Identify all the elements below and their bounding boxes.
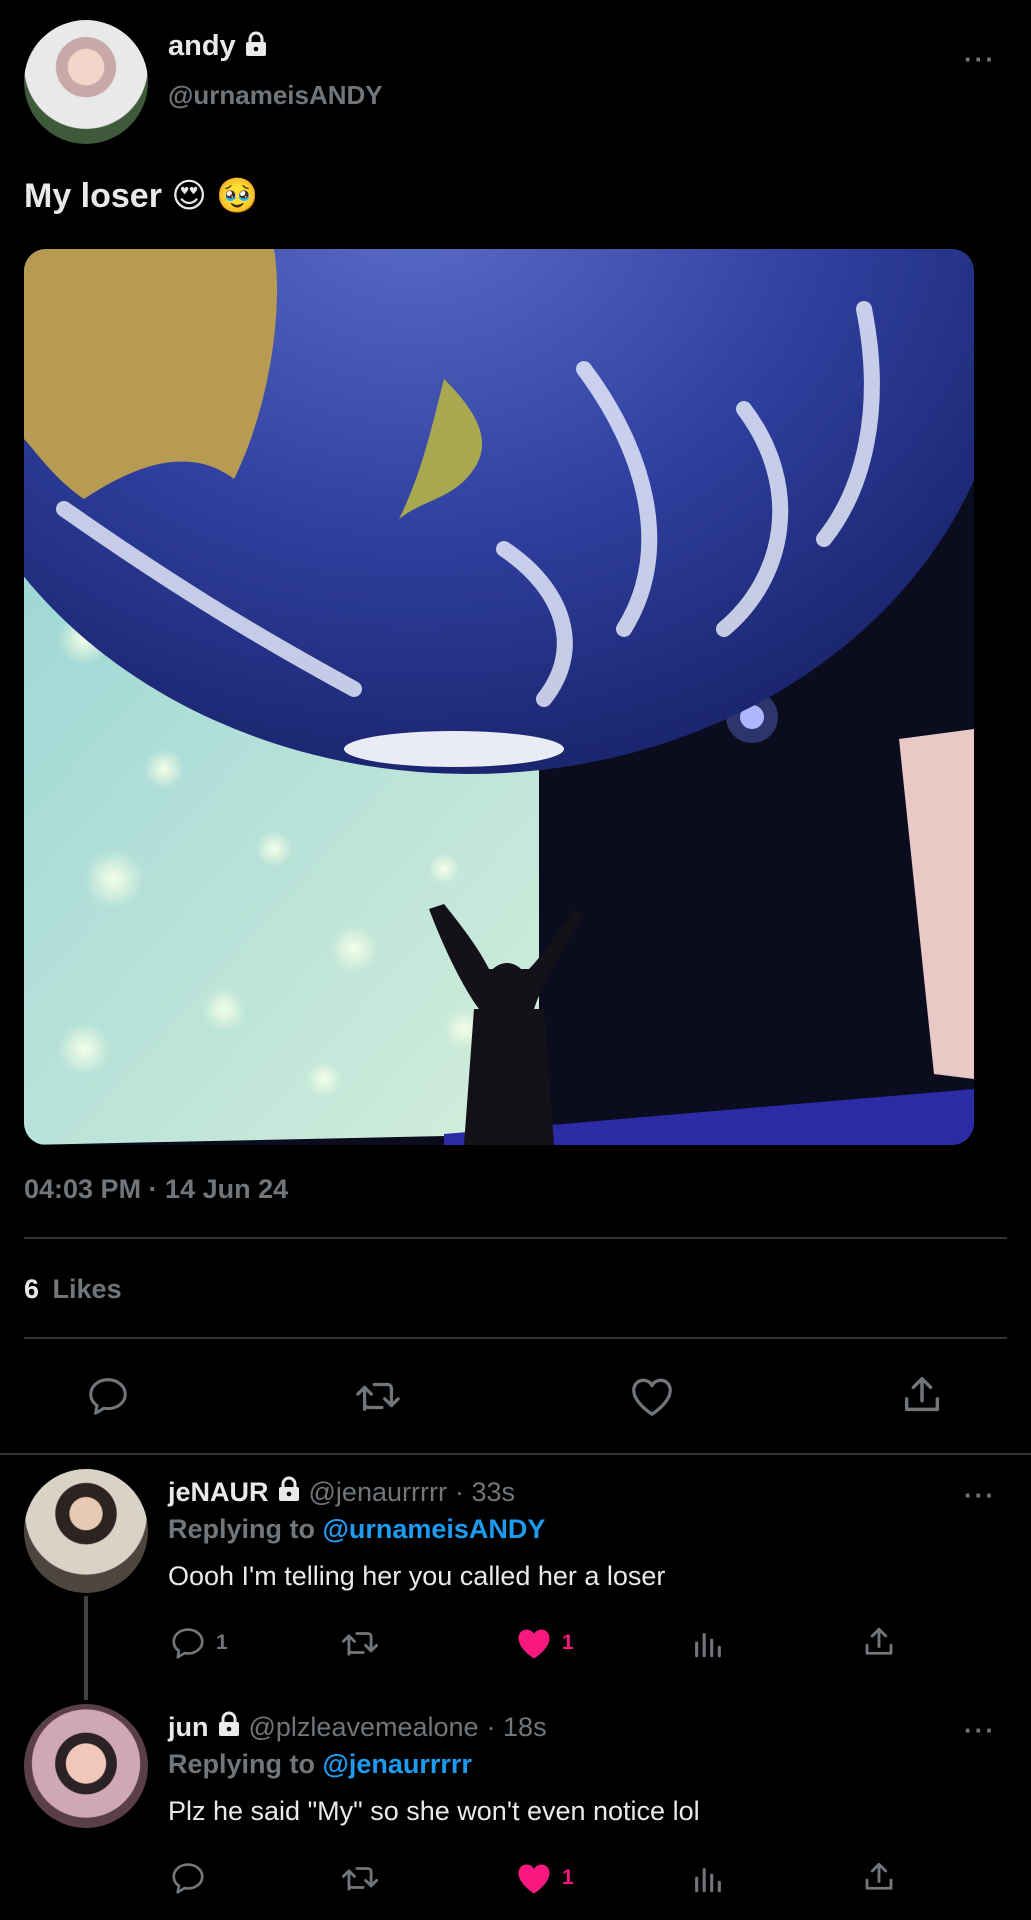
likes-count: 6 [24,1274,40,1304]
reply-time[interactable]: · 18s [487,1712,547,1743]
author-handle[interactable]: @urnameisANDY [168,80,383,111]
lock-icon [244,31,268,62]
like-icon[interactable] [626,1371,678,1421]
reply-text: Plz he said "My" so she won't even notic… [168,1796,700,1826]
tweet-text: My loser 😍 🥹 [24,177,259,215]
reply-icon[interactable] [168,1623,208,1663]
replying-to: Replying to @urnameisANDY [168,1514,545,1545]
reply-icon[interactable] [82,1371,134,1421]
reply-avatar[interactable] [24,1469,148,1593]
retweet-icon[interactable] [338,1623,382,1663]
lock-icon [277,1476,301,1509]
share-icon[interactable] [859,1856,899,1898]
tweet-image-art [24,249,974,1145]
reply-handle[interactable]: @plzleavemealone [249,1712,479,1743]
reply-count: 1 [216,1631,228,1654]
more-icon[interactable]: ··· [964,1480,996,1511]
retweet-icon[interactable] [352,1371,404,1421]
like-icon[interactable] [514,1624,554,1662]
author-display-name[interactable]: andy [168,30,236,63]
author-name-row: andy [168,30,268,63]
like-count: 1 [562,1631,574,1654]
reply-header: jeNAUR @jenaurrrrr · 33s [168,1476,515,1509]
author-avatar[interactable] [24,20,148,144]
lock-icon [217,1711,241,1744]
divider [0,1453,1031,1455]
replying-label: Replying to [168,1749,315,1779]
tweet-timestamp[interactable]: 04:03 PM · 14 Jun 24 [24,1174,288,1205]
replying-to-handle[interactable]: @jenaurrrrr [323,1749,472,1779]
share-icon[interactable] [896,1369,948,1421]
analytics-icon[interactable] [688,1858,728,1898]
replying-label: Replying to [168,1514,315,1544]
likes-label: Likes [52,1274,122,1304]
more-icon[interactable]: ··· [964,44,996,75]
tweet-image[interactable] [24,249,974,1145]
reply-icon[interactable] [168,1858,208,1898]
divider [24,1337,1007,1339]
reply-avatar[interactable] [24,1704,148,1828]
divider [24,1237,1007,1239]
reply-header: jun @plzleavemealone · 18s [168,1711,547,1744]
replying-to-handle[interactable]: @urnameisANDY [323,1514,546,1544]
reply-text: Oooh I'm telling her you called her a lo… [168,1561,666,1591]
likes-stat[interactable]: 6 Likes [24,1274,122,1305]
replying-to: Replying to @jenaurrrrr [168,1749,472,1780]
retweet-icon[interactable] [338,1858,382,1898]
analytics-icon[interactable] [688,1623,728,1663]
thread-line [84,1596,88,1700]
reply-time[interactable]: · 33s [455,1477,515,1508]
reply-display-name[interactable]: jun [168,1712,209,1743]
like-icon[interactable] [514,1859,554,1897]
like-count: 1 [562,1866,574,1889]
reply-handle[interactable]: @jenaurrrrr [309,1477,447,1508]
more-icon[interactable]: ··· [964,1715,996,1746]
reply-display-name[interactable]: jeNAUR [168,1477,269,1508]
share-icon[interactable] [859,1621,899,1663]
